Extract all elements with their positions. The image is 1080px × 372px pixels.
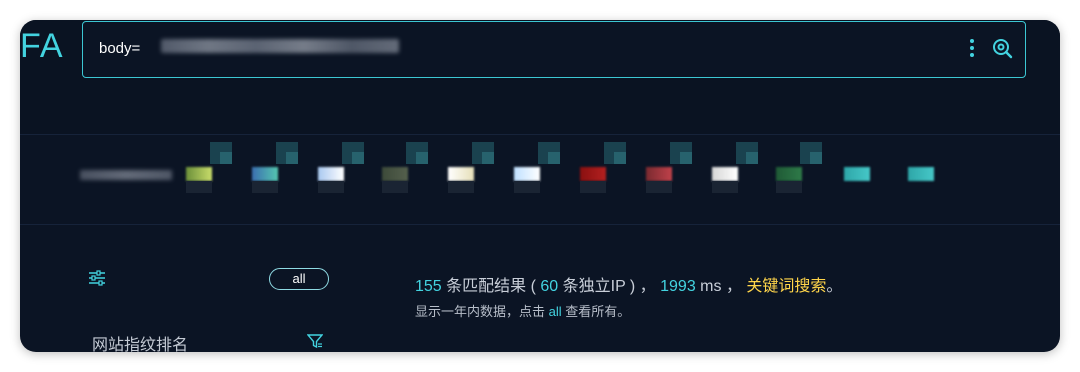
- divider: [20, 224, 1060, 225]
- sliders-icon[interactable]: [88, 270, 106, 286]
- results-note: 显示一年内数据，点击 all 查看所有。: [415, 301, 630, 320]
- fingerprint-tiles: [20, 140, 1060, 220]
- redacted-query: [161, 39, 399, 53]
- tile[interactable]: [576, 140, 630, 200]
- search-icon[interactable]: [991, 37, 1013, 59]
- tile[interactable]: [904, 140, 958, 200]
- results-text: 。: [826, 278, 843, 295]
- search-box[interactable]: body=: [82, 21, 1026, 78]
- results-text: ms ，: [695, 278, 747, 295]
- note-text: 显示一年内数据，点击: [415, 304, 549, 319]
- results-text: 条匹配结果 (: [441, 278, 541, 295]
- note-text: 查看所有。: [561, 304, 631, 319]
- logo[interactable]: FA: [20, 26, 64, 66]
- tile[interactable]: [182, 140, 236, 200]
- result-count: 155: [415, 278, 442, 295]
- tile[interactable]: [708, 140, 762, 200]
- funnel-icon[interactable]: [307, 333, 323, 349]
- filter-all-pill[interactable]: all: [269, 268, 329, 290]
- more-vertical-icon[interactable]: [965, 37, 979, 61]
- show-all-link[interactable]: all: [549, 304, 562, 319]
- tile[interactable]: [314, 140, 368, 200]
- query-time: 1993: [660, 278, 696, 295]
- search-input[interactable]: body=: [99, 40, 140, 57]
- tile[interactable]: [642, 140, 696, 200]
- results-text: 条独立IP ) ，: [558, 278, 661, 295]
- tile[interactable]: [840, 140, 894, 200]
- tile[interactable]: [510, 140, 564, 200]
- tile[interactable]: [444, 140, 498, 200]
- keyword-search-link[interactable]: 关键词搜索: [746, 278, 826, 295]
- redacted-label: [80, 170, 172, 180]
- sidebar-title: 网站指纹排名: [92, 337, 189, 352]
- results-summary: 155 条匹配结果 ( 60 条独立IP ) ， 1993 ms ， 关键词搜索…: [415, 272, 842, 296]
- app-window: FA body= all 网站指纹排名 155 条匹配结果 (60 条独立IP…: [20, 20, 1060, 352]
- tile[interactable]: [772, 140, 826, 200]
- tile[interactable]: [378, 140, 432, 200]
- tile[interactable]: [248, 140, 302, 200]
- divider: [20, 134, 1060, 135]
- ip-count: 60: [540, 278, 559, 295]
